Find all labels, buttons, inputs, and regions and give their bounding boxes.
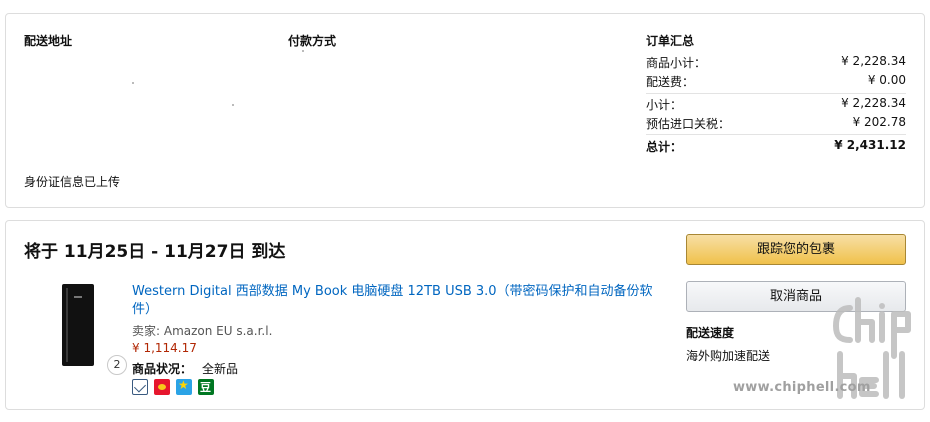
payment-method-heading: 付款方式 — [288, 34, 337, 48]
summary-label: 商品小计： — [646, 56, 707, 70]
summary-row-shipping: 配送费： ¥ 0.00 — [646, 73, 906, 91]
seller-info: 卖家: Amazon EU s.a.r.l. — [132, 324, 273, 338]
summary-value: ¥ 2,228.34 — [841, 54, 906, 68]
id-upload-note: 身份证信息已上传 — [24, 175, 121, 189]
condition-label: 商品状况： — [132, 362, 193, 376]
grand-total-label: 总计： — [646, 140, 683, 154]
track-package-button[interactable]: 跟踪您的包裹 — [686, 234, 906, 265]
summary-label: 预估进口关税： — [646, 117, 731, 131]
quantity-badge: 2 — [107, 355, 127, 375]
summary-row-total-before-tax: 小计： ¥ 2,228.34 — [646, 96, 906, 114]
summary-label: 小计： — [646, 98, 683, 112]
chiphell-watermark-text: www.chiphell.com — [733, 380, 871, 395]
summary-value: ¥ 0.00 — [867, 73, 906, 87]
product-title-link[interactable]: Western Digital 西部数据 My Book 电脑硬盘 12TB U… — [132, 283, 672, 319]
product-image[interactable] — [62, 284, 94, 366]
order-details-box: 配送地址 身份证信息已上传 付款方式 订单汇总 商品小计： ¥ 2,228.34… — [5, 13, 925, 208]
summary-divider — [646, 134, 906, 135]
summary-row-grand-total: 总计： ¥ 2,431.12 — [646, 138, 906, 156]
shipping-address-heading: 配送地址 — [24, 34, 73, 48]
douban-icon[interactable] — [198, 379, 214, 395]
share-icons — [132, 378, 214, 395]
weibo-icon[interactable] — [154, 379, 170, 395]
mail-icon[interactable] — [132, 379, 148, 395]
product-image-highlight — [66, 288, 68, 362]
product-price: ¥ 1,114.17 — [132, 341, 197, 355]
summary-value: ¥ 202.78 — [852, 115, 906, 129]
redacted-address-mark — [132, 82, 134, 84]
delivery-date-title: 将于 11月25日 - 11月27日 到达 — [24, 242, 286, 262]
order-summary-heading: 订单汇总 — [646, 34, 695, 48]
summary-divider — [646, 93, 906, 94]
qzone-icon[interactable] — [176, 378, 192, 395]
summary-row-import-duty: 预估进口关税： ¥ 202.78 — [646, 115, 906, 133]
grand-total-value: ¥ 2,431.12 — [834, 138, 906, 152]
delivery-speed-value: 海外购加速配送 — [686, 349, 771, 363]
summary-row-subtotal: 商品小计： ¥ 2,228.34 — [646, 54, 906, 72]
product-image-logo — [74, 296, 82, 298]
delivery-speed-label: 配送速度 — [686, 326, 735, 340]
summary-label: 配送费： — [646, 75, 695, 89]
redacted-address-mark — [232, 104, 234, 106]
redacted-payment-mark — [302, 50, 304, 52]
summary-value: ¥ 2,228.34 — [841, 96, 906, 110]
condition-value: 全新品 — [202, 362, 239, 376]
